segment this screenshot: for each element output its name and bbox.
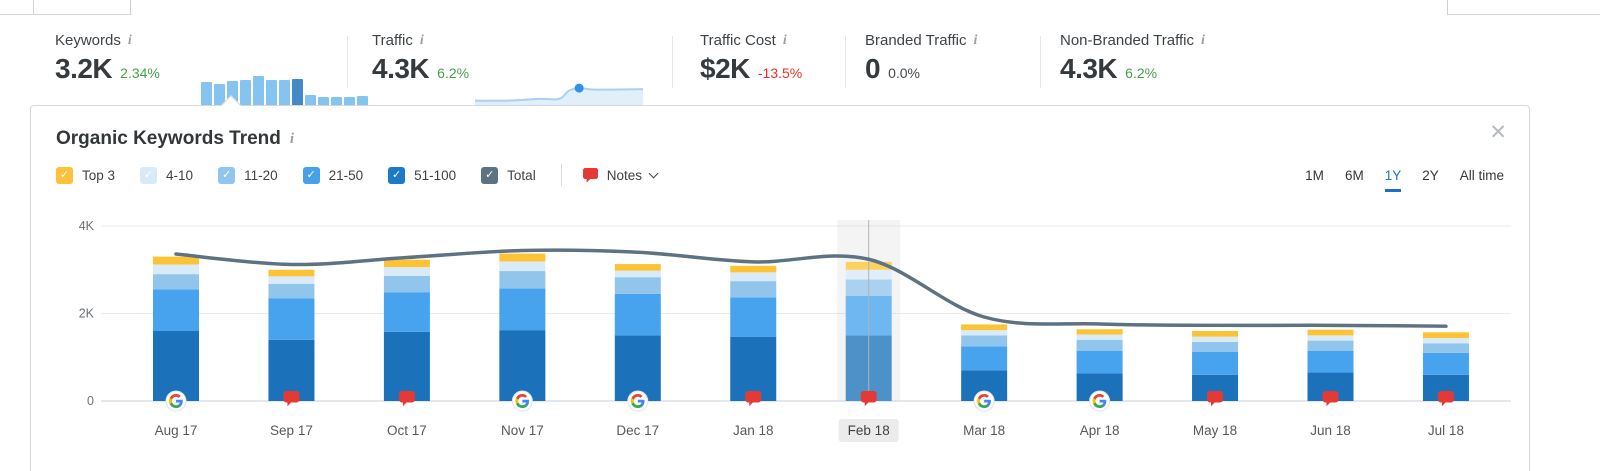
svg-text:Jan 18: Jan 18: [733, 423, 774, 438]
checkbox-checked-icon[interactable]: ✓: [481, 166, 499, 184]
close-icon[interactable]: ✕: [1489, 120, 1507, 145]
info-icon[interactable]: i: [1201, 33, 1205, 49]
metric-traffic-cost-delta: -13.5%: [757, 65, 803, 81]
svg-text:Jul 18: Jul 18: [1428, 423, 1464, 438]
metric-divider: [347, 36, 348, 88]
metric-keywords-delta: 2.34%: [120, 65, 160, 81]
time-range-selector: 1M 6M 1Y 2Y All time: [1305, 168, 1504, 192]
metric-branded-traffic[interactable]: Branded Traffic i 0 0.0%: [865, 32, 977, 85]
time-range-6m[interactable]: 6M: [1345, 168, 1364, 192]
metric-traffic-cost[interactable]: Traffic Cost i $2K -13.5%: [700, 32, 802, 85]
time-range-all-time[interactable]: All time: [1460, 168, 1504, 192]
metric-traffic-cost-value: $2K: [700, 53, 750, 84]
svg-text:Apr 18: Apr 18: [1080, 423, 1120, 438]
checkbox-checked-icon[interactable]: ✓: [218, 166, 236, 184]
tab-edge: [33, 0, 34, 14]
metric-branded-traffic-label: Branded Traffic: [865, 32, 967, 49]
legend-label: 4-10: [166, 167, 194, 183]
organic-keywords-trend-chart[interactable]: 4K 2K 0 Aug 17 Sep 17 Oct 17 Nov 17 Dec 17 Jan 1…: [66, 214, 1546, 459]
svg-text:0: 0: [87, 394, 94, 408]
svg-text:May 18: May 18: [1193, 423, 1237, 438]
metric-non-branded-traffic-value: 4.3K: [1060, 53, 1118, 84]
svg-text:Mar 18: Mar 18: [963, 423, 1005, 438]
svg-text:Nov 17: Nov 17: [501, 423, 544, 438]
svg-text:Aug 17: Aug 17: [155, 423, 198, 438]
metric-traffic-cost-label: Traffic Cost: [700, 32, 776, 49]
organic-research-overview: { "metrics": { "keywords": { "label": "K…: [0, 0, 1600, 471]
metric-non-branded-traffic-delta: 6.2%: [1125, 65, 1158, 81]
metric-traffic-value: 4.3K: [372, 53, 430, 84]
legend-label: 21-50: [328, 167, 364, 183]
metric-branded-traffic-value: 0: [865, 53, 881, 84]
svg-text:Sep 17: Sep 17: [270, 423, 313, 438]
checkbox-checked-icon[interactable]: ✓: [56, 166, 73, 184]
legend-item-total[interactable]: ✓ Total: [481, 166, 536, 184]
metric-divider: [672, 36, 673, 88]
metric-keywords-value: 3.2K: [55, 53, 113, 84]
legend-item-21-50[interactable]: ✓ 21-50: [302, 166, 364, 184]
active-tab-remnant: [130, 0, 1448, 15]
time-range-1m[interactable]: 1M: [1305, 168, 1324, 192]
info-icon[interactable]: i: [420, 33, 424, 49]
checkbox-checked-icon[interactable]: ✓: [388, 166, 406, 184]
metric-traffic[interactable]: Traffic i 4.3K 6.2%: [372, 32, 672, 105]
metric-branded-traffic-delta: 0.0%: [888, 65, 920, 81]
svg-text:Dec 17: Dec 17: [616, 423, 659, 438]
legend-label: 51-100: [414, 167, 457, 183]
svg-text:Feb 18: Feb 18: [848, 423, 890, 438]
panel-title: Organic Keywords Trend: [56, 128, 281, 149]
note-marker-icon: [582, 167, 598, 183]
legend-item-11-20[interactable]: ✓ 11-20: [218, 166, 278, 184]
time-range-2y[interactable]: 2Y: [1422, 168, 1439, 192]
time-range-1y[interactable]: 1Y: [1384, 168, 1402, 192]
checkbox-checked-icon[interactable]: ✓: [302, 166, 320, 184]
legend-item-top3[interactable]: ✓ Top 3: [56, 166, 116, 184]
legend-label: 11-20: [244, 167, 278, 183]
legend-item-51-100[interactable]: ✓ 51-100: [388, 166, 457, 184]
svg-text:2K: 2K: [79, 307, 95, 321]
chevron-down-icon: [648, 168, 659, 178]
metric-traffic-delta: 6.2%: [437, 65, 470, 81]
organic-keywords-trend-panel: Organic Keywords Trend i ✕ ✓ Top 3 ✓ 4-1…: [30, 95, 1530, 471]
legend-label: Total: [507, 167, 536, 183]
info-icon[interactable]: i: [783, 33, 787, 49]
metric-keywords-label: Keywords: [55, 32, 121, 49]
info-icon[interactable]: i: [973, 33, 977, 49]
notes-dropdown[interactable]: Notes: [582, 167, 659, 184]
svg-text:4K: 4K: [79, 219, 95, 233]
metric-divider: [845, 36, 846, 88]
metric-divider: [1040, 36, 1041, 88]
metrics-row: Keywords i 3.2K 2.34% Traffic i 4.3K 6.2…: [0, 14, 1600, 108]
checkbox-checked-icon[interactable]: ✓: [140, 166, 158, 184]
chart-legend: ✓ Top 3 ✓ 4-10 ✓ 11-20 ✓ 21-50 ✓ 51-100 …: [56, 164, 659, 186]
metric-keywords[interactable]: Keywords i 3.2K 2.34%: [55, 32, 368, 108]
legend-item-4-10[interactable]: ✓ 4-10: [140, 166, 194, 184]
notes-label: Notes: [606, 167, 642, 183]
svg-text:Jun 18: Jun 18: [1310, 423, 1351, 438]
metric-non-branded-traffic[interactable]: Non-Branded Traffic i 4.3K 6.2%: [1060, 32, 1205, 85]
svg-text:Oct 17: Oct 17: [387, 423, 427, 438]
info-icon[interactable]: i: [290, 131, 294, 148]
legend-label: Top 3: [82, 167, 116, 183]
legend-divider: [560, 164, 562, 186]
metric-non-branded-traffic-label: Non-Branded Traffic: [1060, 32, 1194, 49]
info-icon[interactable]: i: [128, 33, 132, 49]
metric-traffic-label: Traffic: [372, 32, 413, 49]
